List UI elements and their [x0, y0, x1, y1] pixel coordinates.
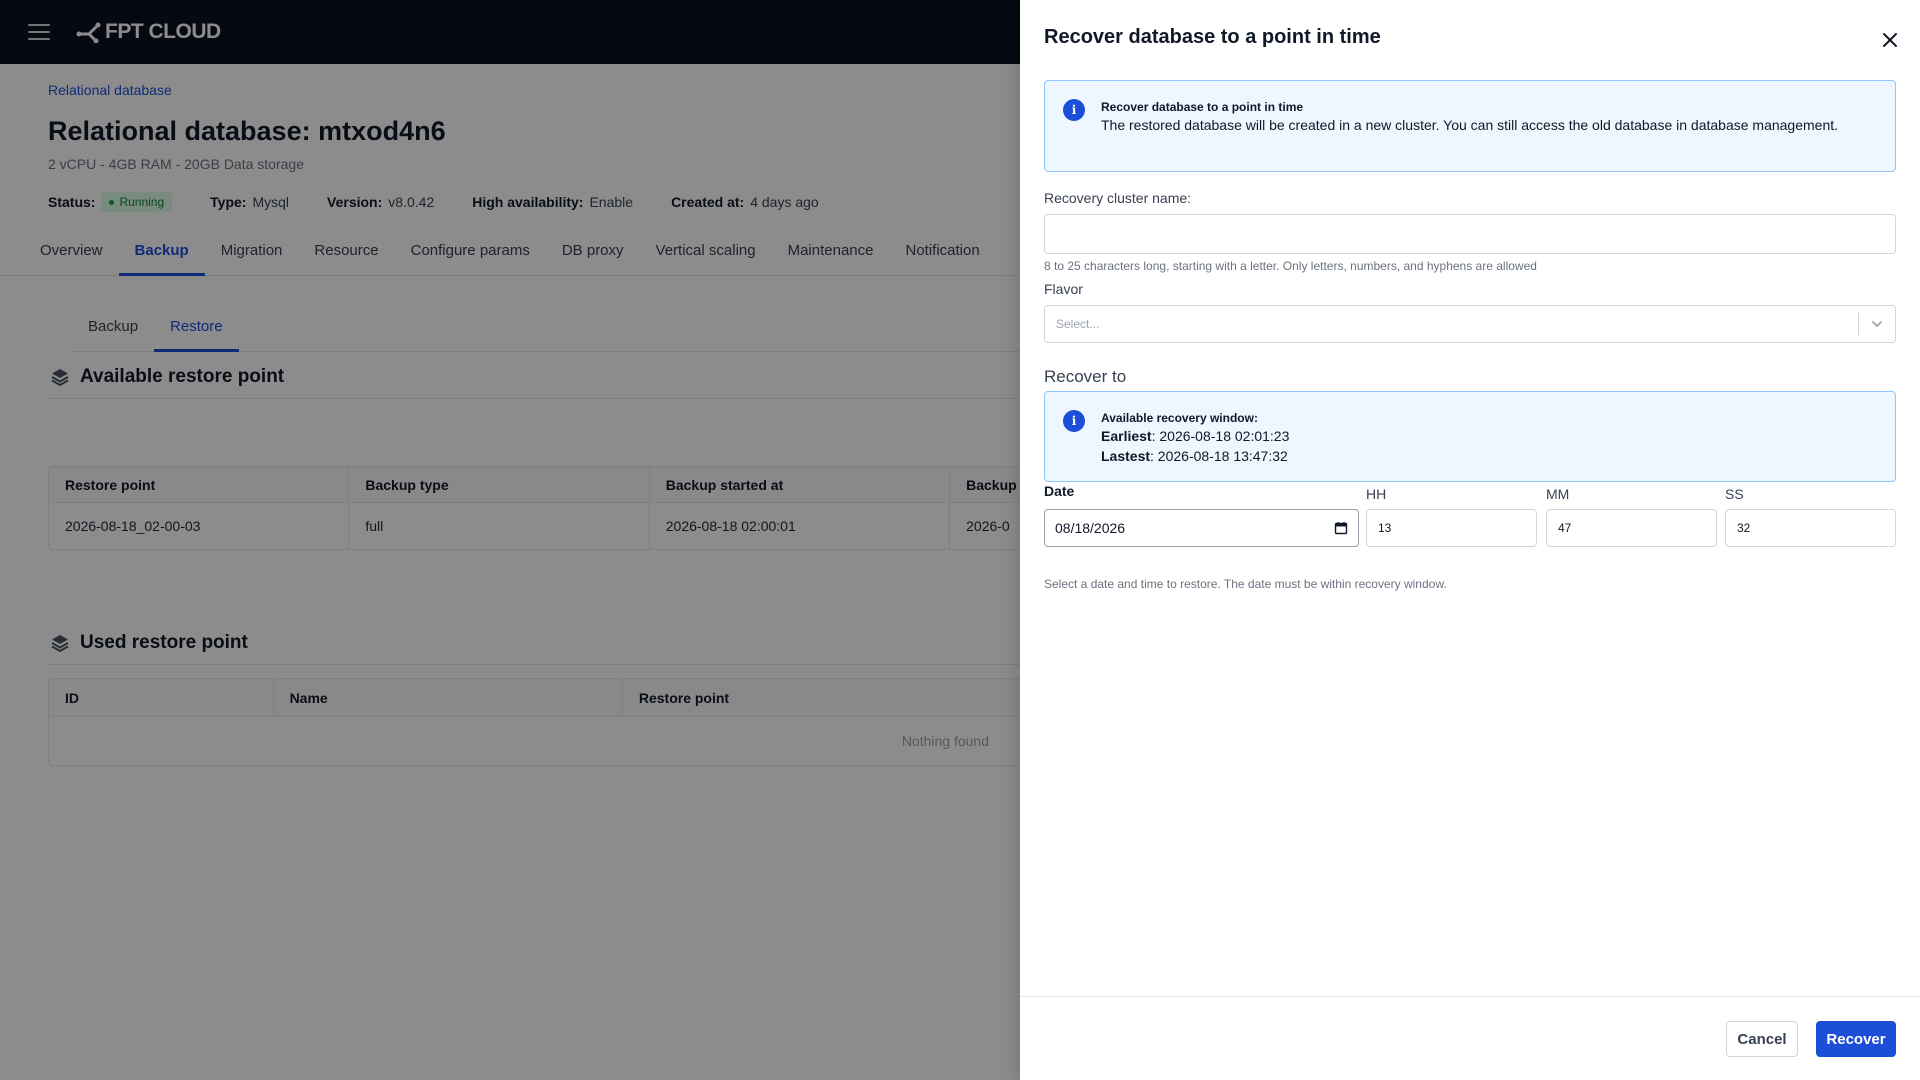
date-value: 08/18/2026 — [1055, 520, 1126, 536]
date-input[interactable]: 08/18/2026 — [1044, 509, 1359, 547]
calendar-icon[interactable] — [1334, 521, 1348, 535]
recover-button[interactable]: Recover — [1816, 1021, 1896, 1057]
hour-input[interactable]: 13 — [1366, 509, 1537, 547]
recovery-window-alert: i Available recovery window: Earliest: 2… — [1044, 391, 1896, 482]
second-value: 32 — [1737, 521, 1751, 535]
close-icon[interactable] — [1878, 28, 1902, 52]
cluster-name-hint: 8 to 25 characters long, starting with a… — [1044, 259, 1537, 273]
earliest-label: Earliest — [1101, 428, 1152, 444]
minute-value: 47 — [1558, 521, 1572, 535]
flavor-select[interactable]: Select... — [1044, 305, 1896, 343]
earliest-value: : 2026-08-18 02:01:23 — [1151, 428, 1290, 444]
ss-label: SS — [1725, 486, 1744, 502]
datetime-hint: Select a date and time to restore. The d… — [1044, 577, 1447, 591]
recover-to-label: Recover to — [1044, 367, 1127, 386]
modal-backdrop[interactable] — [0, 0, 1020, 1080]
info-icon: i — [1063, 410, 1085, 432]
lastest-value: : 2026-08-18 13:47:32 — [1150, 448, 1288, 464]
lastest-line: Lastest: 2026-08-18 13:47:32 — [1101, 446, 1865, 466]
mm-label: MM — [1546, 486, 1570, 502]
info-alert-body: Recover database to a point in time The … — [1101, 99, 1865, 135]
flavor-placeholder: Select... — [1056, 317, 1100, 331]
lastest-label: Lastest — [1101, 448, 1151, 464]
earliest-line: Earliest: 2026-08-18 02:01:23 — [1101, 426, 1865, 446]
date-label: Date — [1044, 483, 1075, 499]
flavor-label: Flavor — [1044, 281, 1083, 297]
recovery-window-body: Available recovery window: Earliest: 202… — [1101, 410, 1865, 466]
recovery-window-heading: Available recovery window: — [1101, 411, 1258, 425]
hour-value: 13 — [1378, 521, 1392, 535]
info-alert-heading: Recover database to a point in time — [1101, 100, 1304, 114]
hh-label: HH — [1366, 486, 1387, 502]
recover-drawer: Recover database to a point in time i Re… — [1020, 0, 1920, 1080]
info-alert: i Recover database to a point in time Th… — [1044, 80, 1896, 172]
cluster-name-label: Recovery cluster name: — [1044, 190, 1192, 206]
drawer-footer: Cancel Recover — [1020, 996, 1920, 1080]
info-icon: i — [1063, 99, 1085, 121]
second-input[interactable]: 32 — [1725, 509, 1896, 547]
cancel-button[interactable]: Cancel — [1726, 1021, 1798, 1057]
info-alert-text: The restored database will be created in… — [1101, 117, 1839, 133]
chevron-down-icon[interactable] — [1859, 317, 1895, 331]
minute-input[interactable]: 47 — [1546, 509, 1717, 547]
drawer-title: Recover database to a point in time — [1044, 26, 1381, 48]
cluster-name-input[interactable] — [1044, 214, 1896, 254]
